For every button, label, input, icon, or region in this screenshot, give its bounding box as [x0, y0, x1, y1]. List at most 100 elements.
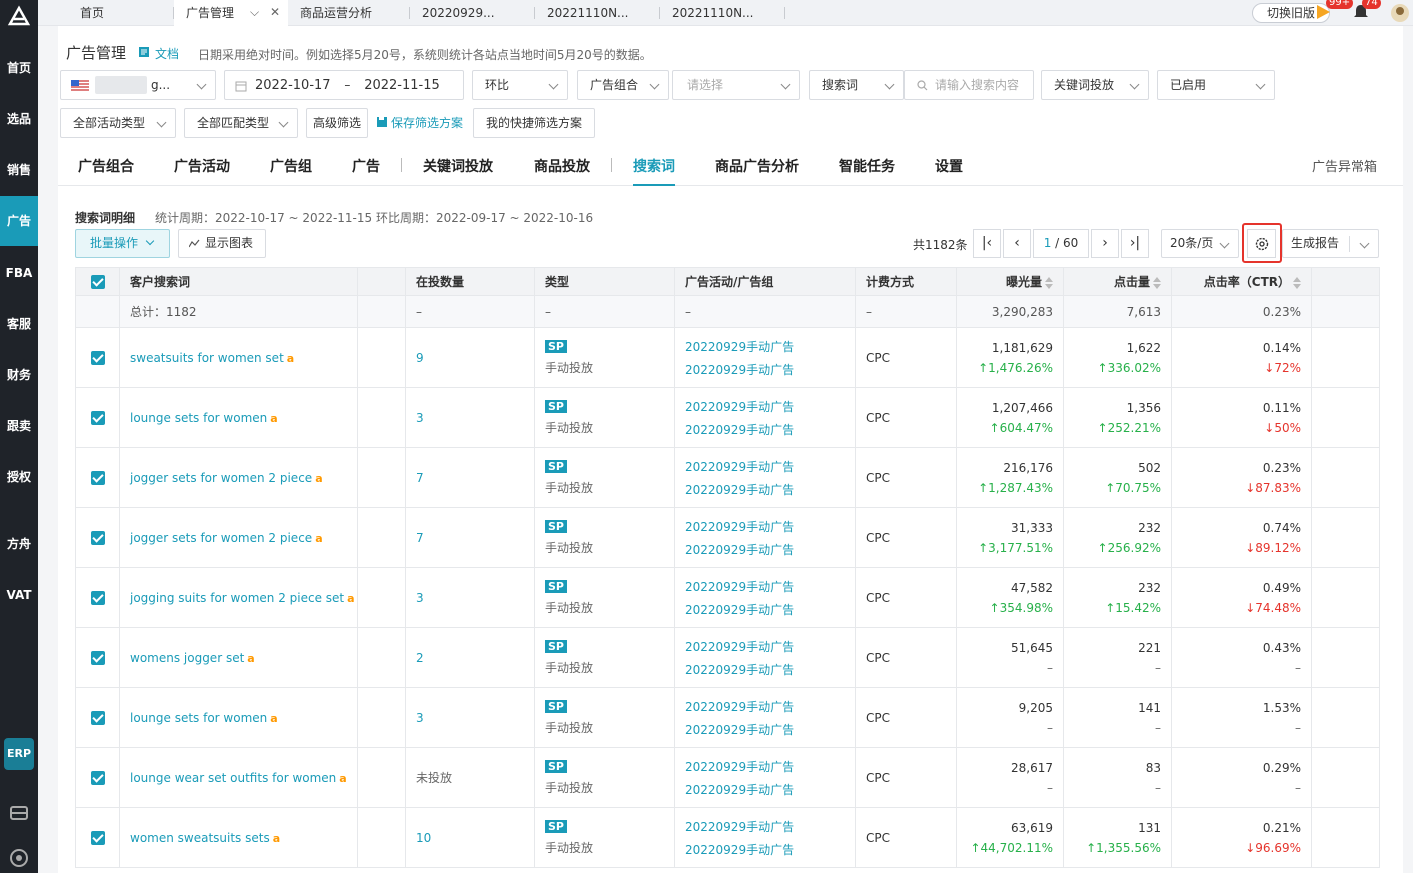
- sidebar-item[interactable]: 跟卖: [0, 401, 38, 451]
- last-page-button[interactable]: ›|: [1121, 229, 1149, 258]
- tab-item[interactable]: 20221110N...: [660, 0, 785, 26]
- next-page-button[interactable]: ›: [1091, 229, 1119, 258]
- status-select[interactable]: 已启用: [1157, 70, 1275, 100]
- search-term-link[interactable]: women sweatsuits sets: [130, 831, 270, 845]
- doc-link[interactable]: 文档: [155, 45, 179, 62]
- page-input[interactable]: 1 / 60: [1033, 229, 1089, 258]
- search-term-link[interactable]: jogger sets for women 2 piece: [130, 471, 312, 485]
- count-cell[interactable]: 7: [405, 507, 535, 568]
- store-select[interactable]: g...: [60, 70, 216, 100]
- tab-search-terms[interactable]: 搜索词: [633, 156, 675, 186]
- tab-campaign[interactable]: 广告活动: [174, 156, 230, 176]
- sidebar-item[interactable]: 方舟: [0, 519, 38, 569]
- amazon-icon[interactable]: a: [287, 352, 294, 365]
- activity-type-select[interactable]: 全部活动类型: [60, 108, 176, 138]
- count-cell[interactable]: 7: [405, 447, 535, 508]
- campaign-link[interactable]: 20220929手动广告: [685, 518, 845, 535]
- search-term-link[interactable]: lounge wear set outfits for women: [130, 771, 336, 785]
- sidebar-item[interactable]: FBA: [0, 248, 38, 298]
- ad-group-link[interactable]: 20220929手动广告: [685, 421, 845, 438]
- col-clicks[interactable]: 点击量: [1063, 267, 1172, 296]
- generate-report-button[interactable]: 生成报告: [1282, 229, 1379, 258]
- batch-operation-button[interactable]: 批量操作: [75, 229, 170, 258]
- row-checkbox[interactable]: [75, 687, 120, 748]
- ad-group-link[interactable]: 20220929手动广告: [685, 781, 845, 798]
- store-icon[interactable]: [9, 803, 29, 823]
- count-cell[interactable]: 3: [405, 387, 535, 448]
- compare-select[interactable]: 环比: [472, 70, 568, 100]
- tab-portfolio[interactable]: 广告组合: [78, 156, 134, 176]
- search-type-select[interactable]: 搜索词: [809, 70, 904, 100]
- save-filter-plan-button[interactable]: 保存筛选方案: [391, 108, 463, 138]
- close-icon[interactable]: ✕: [270, 0, 280, 24]
- help-icon[interactable]: [9, 848, 29, 868]
- row-checkbox[interactable]: [75, 507, 120, 568]
- amazon-icon[interactable]: a: [347, 592, 354, 605]
- ad-group-link[interactable]: 20220929手动广告: [685, 721, 845, 738]
- count-cell[interactable]: 10: [405, 807, 535, 868]
- count-cell[interactable]: 2: [405, 627, 535, 688]
- tab-ad-group[interactable]: 广告组: [270, 156, 312, 176]
- tab-keyword-targeting[interactable]: 关键词投放: [423, 156, 493, 176]
- campaign-link[interactable]: 20220929手动广告: [685, 698, 845, 715]
- sort-icon[interactable]: [1293, 276, 1301, 289]
- ad-group-link[interactable]: 20220929手动广告: [685, 541, 845, 558]
- sidebar-item[interactable]: 广告: [0, 196, 38, 246]
- count-cell[interactable]: 3: [405, 567, 535, 628]
- date-range-picker[interactable]: 2022-10-17 – 2022-11-15: [224, 70, 464, 100]
- avatar[interactable]: [1390, 3, 1410, 23]
- row-checkbox[interactable]: [75, 747, 120, 808]
- group-select[interactable]: 请选择: [672, 70, 800, 100]
- sort-icon[interactable]: [1153, 276, 1161, 289]
- campaign-link[interactable]: 20220929手动广告: [685, 578, 845, 595]
- count-cell[interactable]: 3: [405, 687, 535, 748]
- campaign-link[interactable]: 20220929手动广告: [685, 758, 845, 775]
- sidebar-item[interactable]: 选品: [0, 94, 38, 144]
- ad-group-link[interactable]: 20220929手动广告: [685, 601, 845, 618]
- search-term-link[interactable]: sweatsuits for women set: [130, 351, 284, 365]
- row-checkbox[interactable]: [75, 807, 120, 868]
- tab-product-ad-analysis[interactable]: 商品广告分析: [715, 156, 799, 176]
- sidebar-item[interactable]: 客服: [0, 299, 38, 349]
- row-checkbox[interactable]: [75, 387, 120, 448]
- ad-anomaly-box-link[interactable]: 广告异常箱: [1312, 156, 1377, 175]
- prev-page-button[interactable]: ‹: [1003, 229, 1031, 258]
- col-ctr[interactable]: 点击率（CTR）: [1171, 267, 1312, 296]
- sidebar-item[interactable]: 首页: [0, 43, 38, 93]
- tab-item[interactable]: 首页: [68, 0, 174, 26]
- tab-settings[interactable]: 设置: [935, 156, 963, 176]
- amazon-icon[interactable]: a: [315, 532, 322, 545]
- campaign-link[interactable]: 20220929手动广告: [685, 638, 845, 655]
- first-page-button[interactable]: |‹: [973, 229, 1001, 258]
- amazon-icon[interactable]: a: [273, 832, 280, 845]
- search-input[interactable]: 请输入搜索内容: [904, 70, 1034, 100]
- sidebar-item[interactable]: 财务: [0, 350, 38, 400]
- select-all-checkbox[interactable]: [75, 267, 120, 296]
- amazon-icon[interactable]: a: [315, 472, 322, 485]
- row-checkbox[interactable]: [75, 627, 120, 688]
- tab-item[interactable]: 商品运营分析: [288, 0, 410, 26]
- tab-product-targeting[interactable]: 商品投放: [534, 156, 590, 176]
- sort-icon[interactable]: [1045, 276, 1053, 289]
- count-cell[interactable]: 9: [405, 327, 535, 388]
- ad-group-link[interactable]: 20220929手动广告: [685, 481, 845, 498]
- show-chart-button[interactable]: 显示图表: [178, 229, 266, 258]
- search-term-link[interactable]: lounge sets for women: [130, 711, 267, 725]
- search-term-link[interactable]: jogging suits for women 2 piece set: [130, 591, 344, 605]
- search-term-link[interactable]: jogger sets for women 2 piece: [130, 531, 312, 545]
- ad-group-link[interactable]: 20220929手动广告: [685, 361, 845, 378]
- match-type-select[interactable]: 全部匹配类型: [184, 108, 298, 138]
- amazon-icon[interactable]: a: [339, 772, 346, 785]
- page-size-select[interactable]: 20条/页: [1161, 229, 1239, 258]
- group-type-select[interactable]: 广告组合: [577, 70, 669, 100]
- sidebar-item[interactable]: VAT: [0, 570, 38, 620]
- campaign-link[interactable]: 20220929手动广告: [685, 818, 845, 835]
- campaign-link[interactable]: 20220929手动广告: [685, 338, 845, 355]
- amazon-icon[interactable]: a: [270, 412, 277, 425]
- keyword-type-select[interactable]: 关键词投放: [1041, 70, 1149, 100]
- search-term-link[interactable]: lounge sets for women: [130, 411, 267, 425]
- campaign-link[interactable]: 20220929手动广告: [685, 398, 845, 415]
- ad-group-link[interactable]: 20220929手动广告: [685, 841, 845, 858]
- amazon-icon[interactable]: a: [247, 652, 254, 665]
- row-checkbox[interactable]: [75, 567, 120, 628]
